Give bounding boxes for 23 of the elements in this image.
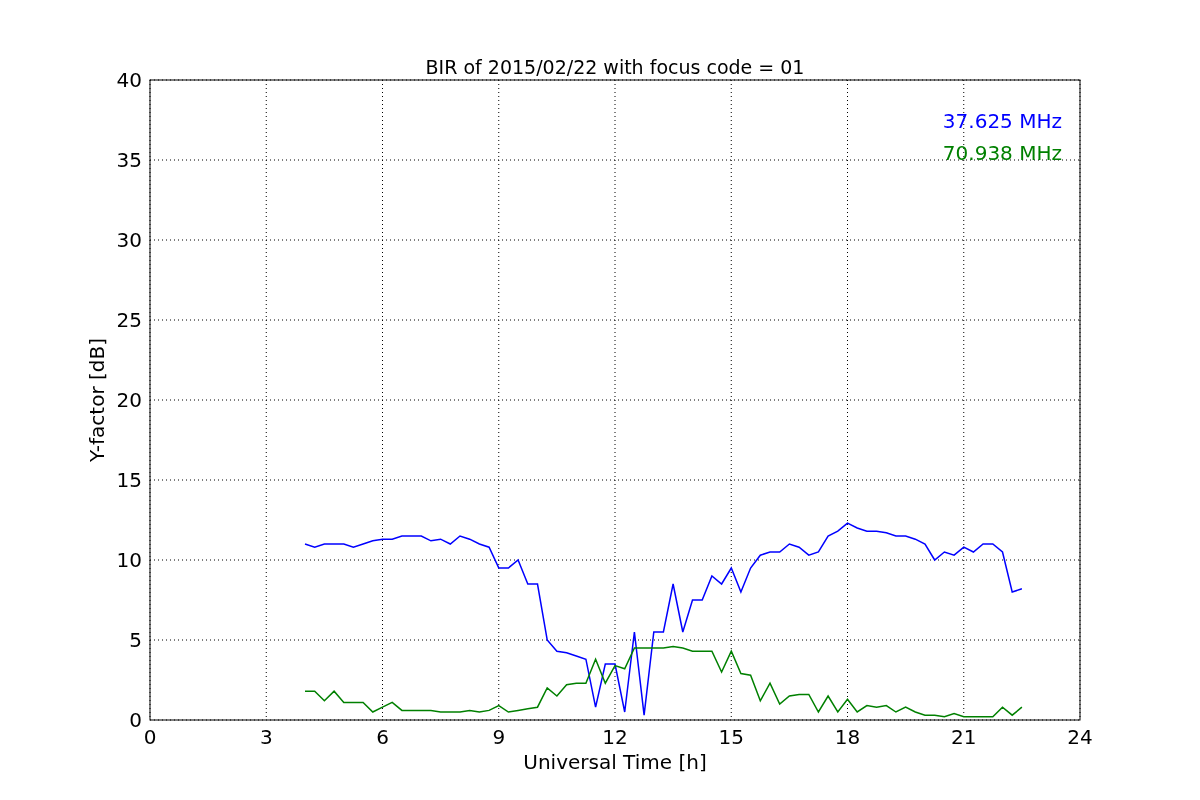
y-tick-label: 40 <box>116 68 142 92</box>
y-tick-label: 30 <box>116 228 142 252</box>
x-axis-label: Universal Time [h] <box>523 750 707 774</box>
x-tick-label: 6 <box>376 725 389 749</box>
x-tick-label: 15 <box>718 725 744 749</box>
y-tick-label: 20 <box>116 388 142 412</box>
y-tick-label: 5 <box>129 628 142 652</box>
x-tick-label: 0 <box>143 725 157 749</box>
y-tick-label: 10 <box>116 548 142 572</box>
y-tick-label: 0 <box>129 708 142 732</box>
y-tick-label: 25 <box>116 308 142 332</box>
y-tick-label: 35 <box>116 148 142 172</box>
legend-label: 70.938 MHz <box>942 141 1062 165</box>
y-tick-label: 15 <box>116 468 142 492</box>
y-axis-label: Y-factor [dB] <box>85 338 109 462</box>
x-tick-label: 3 <box>259 725 273 749</box>
x-tick-label: 21 <box>951 725 977 749</box>
x-tick-label: 18 <box>834 725 861 749</box>
x-tick-label: 12 <box>602 725 628 749</box>
chart-title: BIR of 2015/02/22 with focus code = 01 <box>425 56 805 78</box>
legend-label: 37.625 MHz <box>942 109 1062 133</box>
x-tick-label: 24 <box>1067 725 1093 749</box>
x-tick-label: 9 <box>492 725 506 749</box>
